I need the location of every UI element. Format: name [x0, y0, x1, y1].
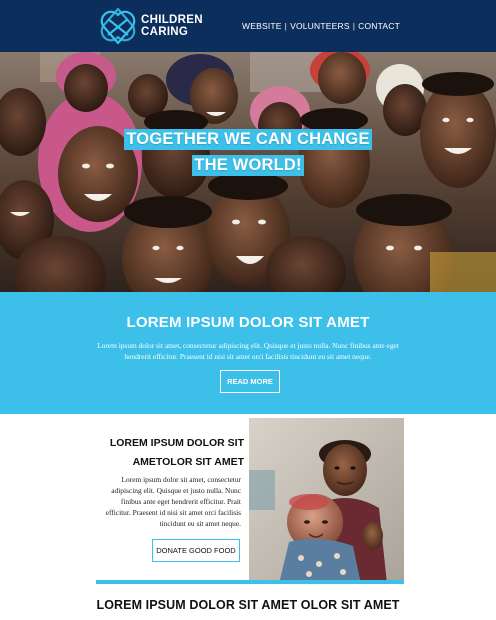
- nav-separator: |: [284, 21, 288, 31]
- feature-title: LOREM IPSUM DOLOR SIT AMETOLOR SIT AMET: [104, 434, 244, 472]
- hero-headline-line-2: THE WORLD!: [192, 155, 304, 176]
- intro-band: LOREM IPSUM DOLOR SIT AMET Lorem ipsum d…: [0, 292, 496, 414]
- feature-title-line-2: AMETOLOR SIT AMET: [132, 456, 244, 468]
- nav-volunteers-link[interactable]: VOLUNTEERS: [290, 21, 350, 31]
- section-divider: [96, 580, 404, 584]
- brand-name[interactable]: CHILDREN CARING: [141, 14, 203, 38]
- nav-separator: |: [352, 21, 356, 31]
- hero-headline-line-1: TOGETHER WE CAN CHANGE: [124, 129, 372, 150]
- feature-section: LOREM IPSUM DOLOR SIT AMETOLOR SIT AMET …: [0, 414, 496, 620]
- intro-title: LOREM IPSUM DOLOR SIT AMET: [126, 314, 370, 331]
- feature-title-line-1: LOREM IPSUM DOLOR SIT: [109, 437, 244, 449]
- feature-text: Lorem ipsum dolor sit amet, consectetur …: [105, 475, 241, 528]
- donate-good-food-button[interactable]: DONATE GOOD FOOD: [152, 539, 240, 562]
- nav-contact-link[interactable]: CONTACT: [358, 21, 400, 31]
- hero-headline: TOGETHER WE CAN CHANGE THE WORLD!: [0, 129, 496, 176]
- nav-website-link[interactable]: WEBSITE: [242, 21, 282, 31]
- girl-holding-baby-photo: [249, 418, 404, 584]
- hero-banner: TOGETHER WE CAN CHANGE THE WORLD!: [0, 52, 496, 292]
- brand-line-1: CHILDREN: [141, 14, 203, 26]
- intro-text: Lorem ipsum dolor sit amet, consectetur …: [97, 341, 399, 361]
- header-bar: CHILDREN CARING WEBSITE | VOLUNTEERS | C…: [0, 0, 496, 52]
- bottom-section-title: LOREM IPSUM DOLOR SIT AMET OLOR SIT AMET: [96, 598, 400, 612]
- top-nav: WEBSITE | VOLUNTEERS | CONTACT: [242, 21, 400, 31]
- heart-knot-logo-icon[interactable]: [98, 5, 138, 47]
- read-more-button[interactable]: READ MORE: [220, 370, 280, 393]
- feature-photo-art: [249, 418, 404, 584]
- brand-line-2: CARING: [141, 26, 189, 38]
